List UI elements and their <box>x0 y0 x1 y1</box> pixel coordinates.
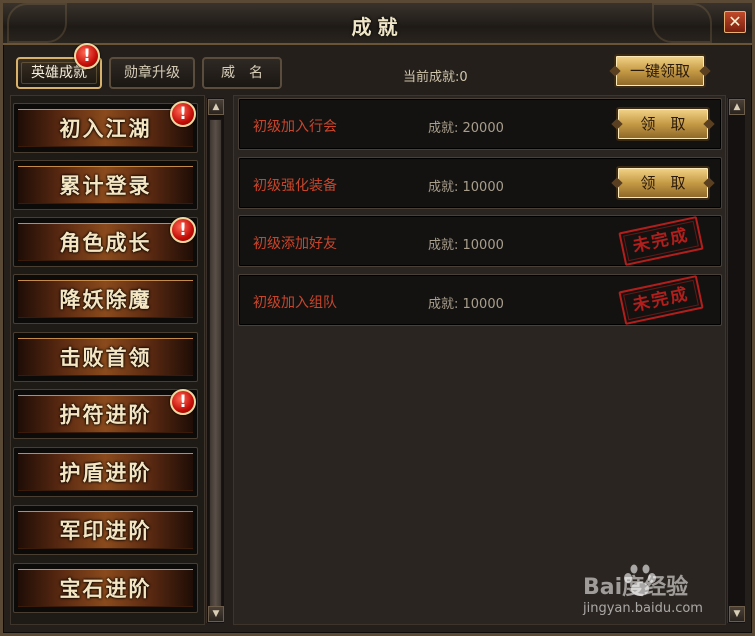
scroll-down-icon[interactable]: ▼ <box>729 606 745 622</box>
claim-button[interactable]: 领 取 <box>616 166 710 200</box>
achievement-points: 成就: 10000 <box>428 180 504 195</box>
claim-label: 领 取 <box>640 115 686 133</box>
achievement-name: 初级强化装备 <box>253 178 337 194</box>
category-item-shield[interactable]: 护盾进阶 <box>13 447 198 497</box>
category-scrollbar[interactable]: ▲ ▼ <box>206 98 224 623</box>
category-label: 护符进阶 <box>18 395 193 433</box>
category-label: 初入江湖 <box>18 109 193 147</box>
claim-all-button[interactable]: 一键领取 <box>614 54 706 88</box>
category-label: 军印进阶 <box>18 511 193 549</box>
scroll-thumb[interactable] <box>209 119 222 607</box>
scroll-up-icon[interactable]: ▲ <box>729 99 745 115</box>
achievement-name: 初级加入组队 <box>253 295 337 311</box>
category-alert-badge: ! <box>170 217 196 243</box>
tab-alert-badge: ! <box>74 43 100 69</box>
tab-medal-upgrade[interactable]: 勋章升级 <box>109 57 195 89</box>
achievement-name: 初级加入行会 <box>253 119 337 135</box>
category-label: 角色成长 <box>18 223 193 261</box>
tab-prestige[interactable]: 威 名 <box>202 57 282 89</box>
achievement-name: 初级添加好友 <box>253 236 337 252</box>
achievement-points: 成就: 10000 <box>428 297 504 312</box>
scroll-up-icon[interactable]: ▲ <box>208 99 224 115</box>
scroll-down-icon[interactable]: ▼ <box>208 606 224 622</box>
achievement-points: 成就: 10000 <box>428 238 504 253</box>
achievement-window: 成就 ✕ 英雄成就 ! 勋章升级 威 名 当前成就:0 一键领取 初入江湖 累计… <box>0 0 755 636</box>
close-button[interactable]: ✕ <box>724 11 746 33</box>
category-alert-badge: ! <box>170 389 196 415</box>
claim-button[interactable]: 领 取 <box>616 107 710 141</box>
category-label: 宝石进阶 <box>18 569 193 607</box>
category-label: 击败首领 <box>18 338 193 376</box>
title-bar[interactable]: 成就 ✕ <box>3 3 752 45</box>
achievement-points: 成就: 20000 <box>428 121 504 136</box>
achievement-row: 初级添加好友 成就: 10000 未完成 <box>238 215 722 267</box>
achievement-row: 初级加入组队 成就: 10000 未完成 <box>238 274 722 326</box>
incomplete-stamp: 未完成 <box>618 216 704 266</box>
category-item-gem[interactable]: 宝石进阶 <box>13 563 198 613</box>
claim-all-label: 一键领取 <box>629 62 690 80</box>
category-label: 降妖除魔 <box>18 280 193 318</box>
tab-label: 勋章升级 <box>124 65 180 81</box>
watermark-brand: Bai度经验 <box>583 575 689 600</box>
category-label: 护盾进阶 <box>18 453 193 491</box>
category-alert-badge: ! <box>170 101 196 127</box>
claim-label: 领 取 <box>640 174 686 192</box>
achievement-row: 初级强化装备 成就: 10000 领 取 <box>238 157 722 209</box>
current-achievement-points: 当前成就:0 <box>403 70 468 85</box>
incomplete-stamp: 未完成 <box>618 275 704 325</box>
category-item-login[interactable]: 累计登录 <box>13 160 198 210</box>
watermark: Bai度经验 jingyan.baidu.com <box>563 563 723 623</box>
tab-label: 威 名 <box>221 65 263 81</box>
category-item-seal[interactable]: 军印进阶 <box>13 505 198 555</box>
category-label: 累计登录 <box>18 166 193 204</box>
category-item-demons[interactable]: 降妖除魔 <box>13 274 198 324</box>
achievement-scrollbar[interactable]: ▲ ▼ <box>727 98 745 623</box>
watermark-url: jingyan.baidu.com <box>583 601 703 616</box>
close-icon: ✕ <box>728 12 742 31</box>
category-item-bosses[interactable]: 击败首领 <box>13 332 198 382</box>
achievement-row: 初级加入行会 成就: 20000 领 取 <box>238 98 722 150</box>
window-title: 成就 <box>351 15 404 39</box>
